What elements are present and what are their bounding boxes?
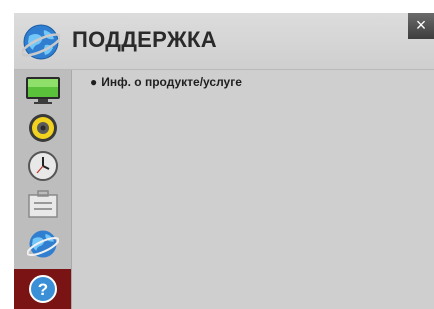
- sidebar-item-picture[interactable]: [14, 72, 71, 108]
- help-icon: ?: [28, 275, 57, 303]
- toolbox-icon: [27, 190, 58, 218]
- sidebar-item-network[interactable]: [14, 226, 71, 262]
- tv-screen-icon: [25, 77, 60, 104]
- page-title: ПОДДЕРЖКА: [72, 27, 217, 52]
- clock-icon: [27, 151, 58, 181]
- sidebar-item-audio[interactable]: [14, 110, 71, 146]
- sidebar-item-support[interactable]: ?: [14, 269, 71, 309]
- menu-item-label: Инф. о продукте/услуге: [101, 75, 242, 89]
- support-panel: ПОДДЕРЖКА × ? ● Инф. о продукте/услуге: [14, 13, 434, 309]
- close-button[interactable]: ×: [408, 13, 434, 39]
- globe-icon: [22, 24, 60, 60]
- globe-icon: [26, 230, 59, 258]
- sidebar-item-time[interactable]: [14, 148, 71, 184]
- close-icon: ×: [415, 15, 427, 35]
- speaker-icon: [28, 114, 57, 142]
- category-sidebar: ?: [14, 70, 72, 309]
- svg-text:?: ?: [37, 280, 47, 299]
- sidebar-item-setup[interactable]: [14, 186, 71, 222]
- header-bar: ПОДДЕРЖКА ×: [14, 13, 434, 70]
- bullet-icon: ●: [90, 75, 98, 89]
- menu-item-product-info[interactable]: ● Инф. о продукте/услуге: [90, 75, 242, 89]
